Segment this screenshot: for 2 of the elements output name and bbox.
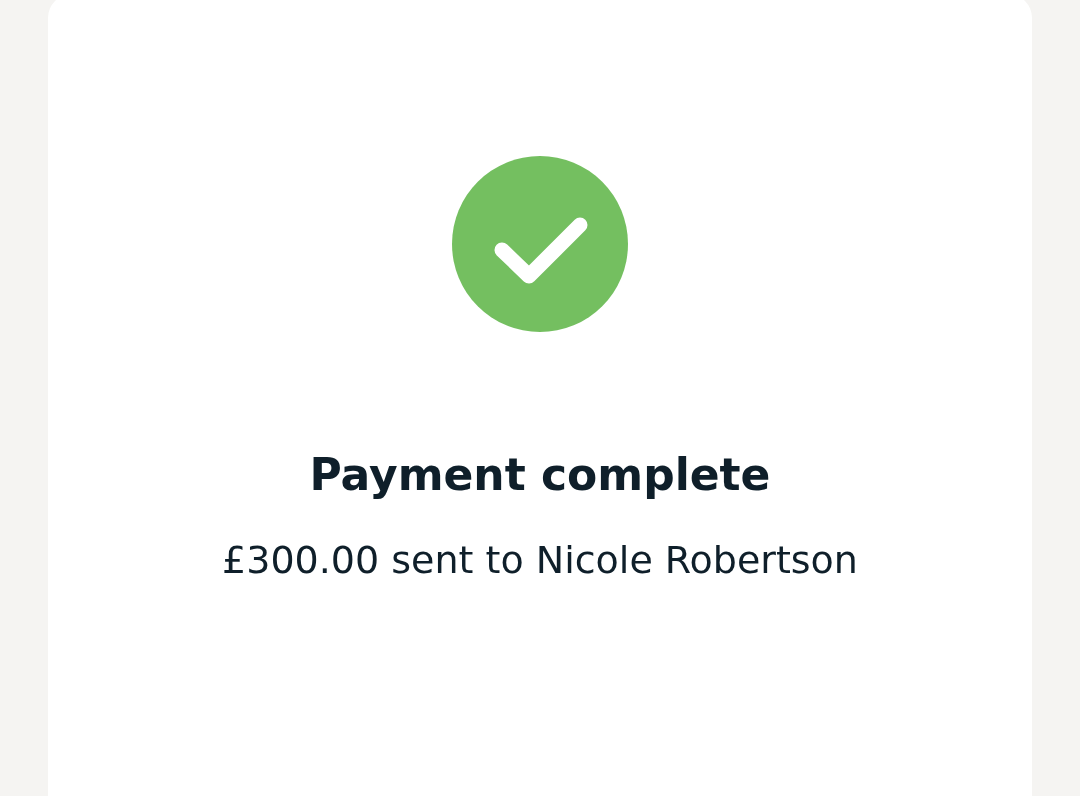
title: Payment complete [309,448,771,502]
payment-message: £300.00 sent to Nicole Robertson [222,537,858,584]
